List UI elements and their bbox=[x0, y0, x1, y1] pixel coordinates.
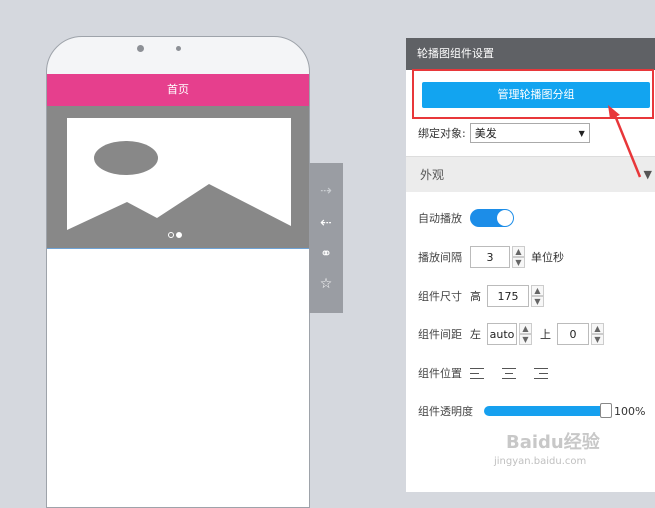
phone-camera bbox=[137, 45, 144, 52]
watermark-url: jingyan.baidu.com bbox=[494, 456, 587, 467]
panel-title: 轮播图组件设置 bbox=[406, 38, 655, 70]
step-down-icon[interactable]: ▼ bbox=[591, 334, 604, 345]
phone-header-title: 首页 bbox=[47, 74, 309, 106]
spacing-top-input[interactable]: 0 bbox=[557, 323, 589, 345]
step-down-icon[interactable]: ▼ bbox=[531, 296, 544, 307]
step-up-icon[interactable]: ▲ bbox=[591, 323, 604, 334]
star-icon[interactable]: ☆ bbox=[309, 270, 343, 298]
opacity-slider-handle[interactable] bbox=[600, 403, 612, 418]
image-placeholder-icon bbox=[67, 118, 291, 236]
interval-input[interactable]: 3 bbox=[470, 246, 510, 268]
height-input[interactable]: 175 bbox=[487, 285, 529, 307]
interval-unit: 单位秒 bbox=[531, 251, 564, 264]
height-stepper[interactable]: ▲ ▼ bbox=[531, 285, 544, 307]
spacing-row: 组件间距 左 auto ▲ ▼ 上 0 ▲ ▼ bbox=[418, 322, 604, 346]
bind-target-row: 绑定对象: 美发 ▼ bbox=[418, 122, 590, 144]
annotation-arrow-icon bbox=[608, 105, 642, 178]
bind-target-value: 美发 bbox=[474, 127, 497, 140]
carousel-dot[interactable] bbox=[168, 232, 174, 238]
phone-preview: 首页 bbox=[46, 36, 310, 508]
phone-content-area bbox=[47, 249, 309, 507]
size-label: 组件尺寸 bbox=[418, 290, 462, 303]
position-label: 组件位置 bbox=[418, 367, 462, 380]
bind-target-select[interactable]: 美发 ▼ bbox=[469, 123, 590, 143]
bind-target-label: 绑定对象: bbox=[418, 127, 466, 140]
size-row: 组件尺寸 高 175 ▲ ▼ bbox=[418, 284, 544, 308]
step-down-icon[interactable]: ▼ bbox=[519, 334, 532, 345]
carousel-component[interactable] bbox=[47, 106, 309, 249]
spacing-left-input[interactable]: auto bbox=[487, 323, 517, 345]
toggle-knob bbox=[497, 210, 513, 226]
opacity-label: 组件透明度 bbox=[418, 405, 473, 418]
autoplay-row: 自动播放 bbox=[418, 206, 514, 230]
arrow-right-icon[interactable]: ⇢ bbox=[309, 177, 343, 205]
step-up-icon[interactable]: ▲ bbox=[519, 323, 532, 334]
dropdown-arrow-icon: ▼ bbox=[578, 128, 585, 138]
spacing-left-stepper[interactable]: ▲ ▼ bbox=[519, 323, 532, 345]
phone-speaker bbox=[176, 46, 181, 51]
opacity-value: 100% bbox=[614, 404, 646, 418]
step-up-icon[interactable]: ▲ bbox=[512, 246, 525, 257]
height-label: 高 bbox=[470, 290, 481, 303]
interval-label: 播放间隔 bbox=[418, 251, 462, 264]
align-center-icon[interactable] bbox=[502, 367, 516, 379]
watermark-logo: Baidu经验 bbox=[506, 432, 600, 453]
opacity-row: 组件透明度 100% bbox=[418, 399, 645, 423]
interval-stepper[interactable]: ▲ ▼ bbox=[512, 246, 525, 268]
align-right-icon[interactable] bbox=[534, 367, 548, 379]
interval-row: 播放间隔 3 ▲ ▼ 单位秒 bbox=[418, 245, 564, 269]
appearance-section-title: 外观 bbox=[420, 168, 445, 182]
component-group-icon[interactable]: ⚭ bbox=[309, 240, 343, 268]
carousel-dots bbox=[168, 232, 182, 238]
carousel-dot-active[interactable] bbox=[176, 232, 182, 238]
opacity-slider[interactable] bbox=[484, 403, 612, 418]
spacing-label: 组件间距 bbox=[418, 328, 462, 341]
component-toolbar: ⇢ ⇠ ⚭ ☆ bbox=[309, 163, 343, 313]
position-row: 组件位置 bbox=[418, 361, 566, 385]
autoplay-label: 自动播放 bbox=[418, 212, 462, 225]
step-up-icon[interactable]: ▲ bbox=[531, 285, 544, 296]
step-down-icon[interactable]: ▼ bbox=[512, 257, 525, 268]
spacing-left-label: 左 bbox=[470, 328, 481, 341]
spacing-top-stepper[interactable]: ▲ ▼ bbox=[591, 323, 604, 345]
autoplay-toggle[interactable] bbox=[470, 209, 514, 227]
align-left-icon[interactable] bbox=[470, 367, 484, 379]
arrow-left-icon[interactable]: ⇠ bbox=[309, 209, 343, 237]
spacing-top-label: 上 bbox=[540, 328, 551, 341]
